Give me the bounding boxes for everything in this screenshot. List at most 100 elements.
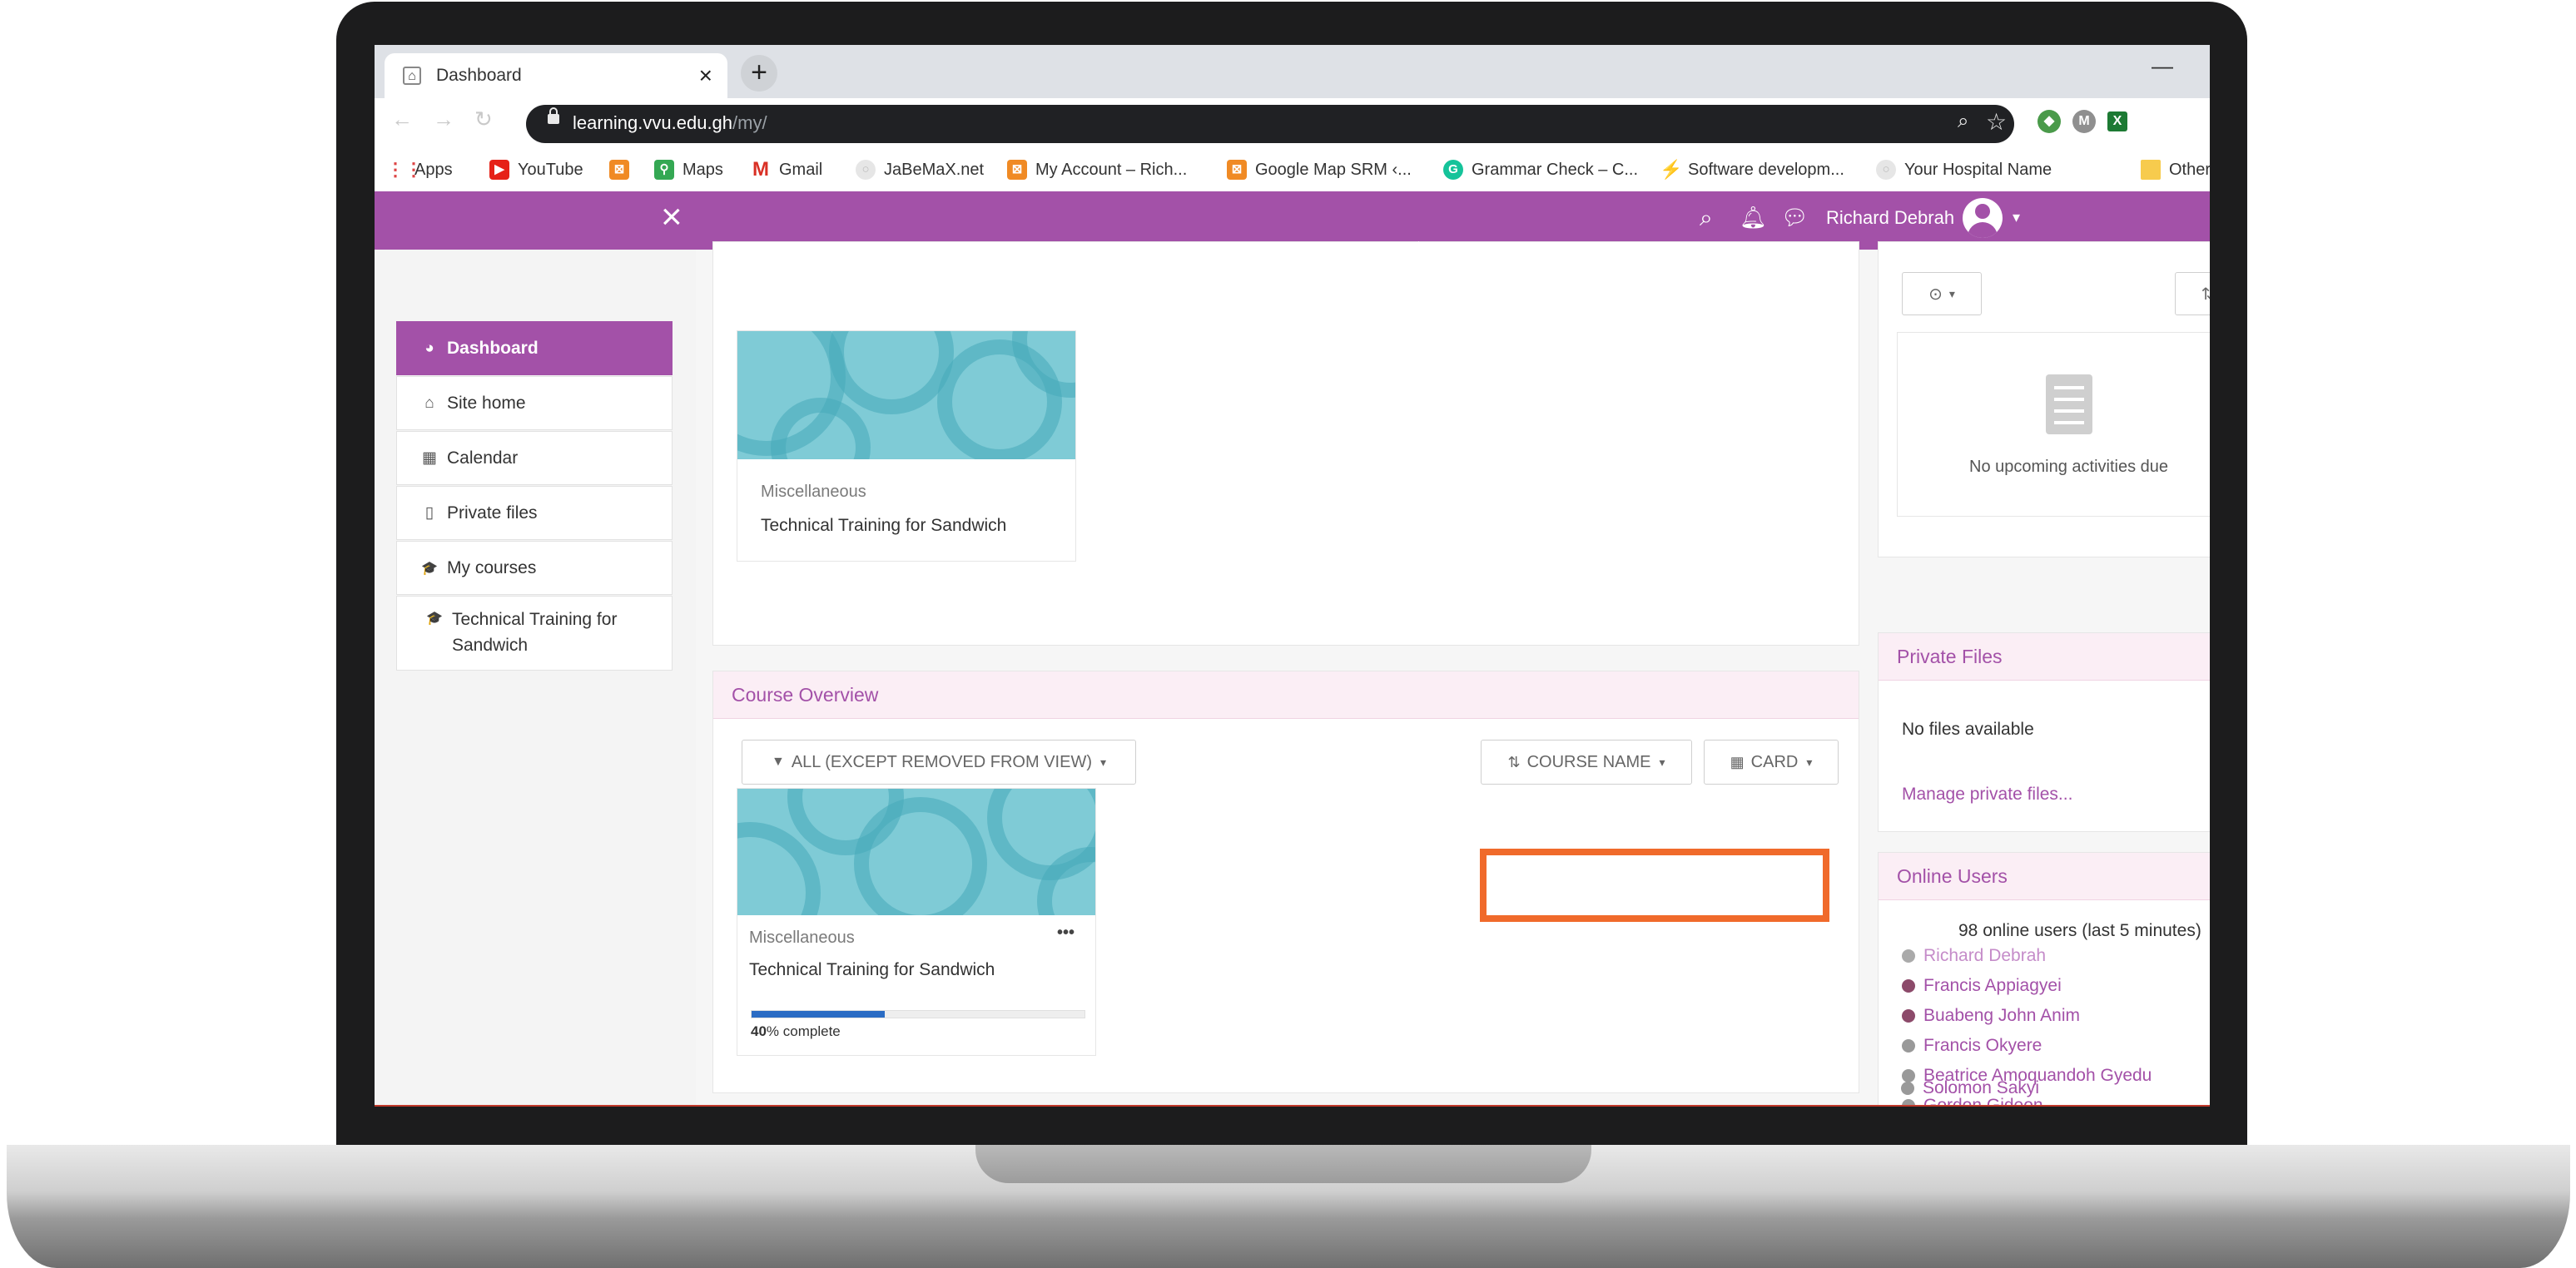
bookmark-unnamed[interactable]: ⊠: [609, 158, 638, 181]
sidebar-item-label: Site home: [447, 393, 526, 413]
graduation-cap-icon: 🎓: [426, 612, 443, 626]
sidebar-item-label: Dashboard: [447, 338, 539, 358]
avatar[interactable]: [1963, 198, 2003, 238]
view-dropdown[interactable]: ▦ CARD ▾: [1704, 740, 1839, 785]
course-name[interactable]: Technical Training for Sandwich: [761, 516, 1006, 536]
private-files-block: Private Files No files available Manage …: [1878, 632, 2210, 832]
bookmark-label: Gmail: [779, 160, 823, 179]
progress-fill: [752, 1011, 885, 1018]
bookmark-icon: ⊠: [1227, 160, 1247, 180]
bookmark-other[interactable]: Other: [2141, 158, 2210, 181]
sidebar-item-site-home[interactable]: ⌂ Site home: [396, 376, 673, 430]
bookmark-your-hospital[interactable]: ○ Your Hospital Name: [1876, 158, 2052, 181]
course-card[interactable]: Miscellaneous ••• Technical Training for…: [737, 788, 1096, 1056]
bookmark-my-account[interactable]: ⊠ My Account – Rich...: [1007, 158, 1187, 181]
bookmark-label: Your Hospital Name: [1904, 160, 2052, 179]
online-user-name: Buabeng John Anim: [1923, 1006, 2080, 1025]
course-image: [737, 331, 1075, 459]
online-user-item[interactable]: Francis Appiagyei: [1902, 976, 2062, 996]
bookmark-google-map-srm[interactable]: ⊠ Google Map SRM ‹...: [1227, 158, 1412, 181]
tab-close-icon[interactable]: ×: [699, 62, 712, 89]
extension-m-icon[interactable]: M: [2072, 110, 2096, 133]
extension-globe-icon[interactable]: ◆: [2037, 110, 2061, 133]
url-text: learning.vvu.edu.gh/my/: [573, 112, 767, 134]
online-user-item[interactable]: Solomon Sakyi: [1901, 1078, 2039, 1098]
online-users-block: Online Users 98 online users (last 5 min…: [1878, 852, 2210, 1107]
course-name[interactable]: Technical Training for Sandwich: [749, 960, 995, 980]
address-bar[interactable]: learning.vvu.edu.gh/my/ ⌕ ☆: [526, 105, 2014, 143]
manage-private-files-link[interactable]: Manage private files...: [1902, 785, 2072, 805]
sidebar-item-private-files[interactable]: ▯ Private files: [396, 486, 673, 540]
bookmark-software-development[interactable]: ⚡ Software developm...: [1660, 158, 1844, 181]
online-user-name: Francis Okyere: [1923, 1036, 2042, 1055]
laptop-screen: ⌂ Dashboard × + — ← → ↻ learning.vvu.edu…: [375, 45, 2210, 1107]
online-user-item[interactable]: Francis Okyere: [1902, 1036, 2042, 1056]
filter-dropdown[interactable]: ▼ ALL (EXCEPT REMOVED FROM VIEW) ▾: [742, 740, 1136, 785]
tab-title: Dashboard: [436, 66, 522, 85]
timeline-filter-dropdown[interactable]: ⊙ ▾: [1902, 272, 1982, 315]
forward-arrow-icon[interactable]: →: [433, 106, 454, 132]
globe-icon: ○: [1876, 160, 1896, 180]
bookmark-youtube[interactable]: ▶ YouTube: [489, 158, 583, 181]
dashboard-icon: ◕: [424, 339, 434, 357]
block-title: Private Files: [1897, 645, 2003, 667]
bookmark-label: Grammar Check – C...: [1472, 160, 1639, 179]
bookmark-gmail[interactable]: M Gmail: [751, 158, 822, 181]
sidebar-item-dashboard[interactable]: ◕ Dashboard: [396, 321, 673, 375]
grammarly-icon: G: [1443, 160, 1463, 180]
notifications-bell-icon[interactable]: 🔔︎: [1740, 205, 1767, 230]
timeline-block: ⊙ ▾ ⇅ No upcoming activities due: [1878, 241, 2210, 557]
back-arrow-icon[interactable]: ←: [391, 106, 413, 132]
url-path: /my/: [732, 112, 767, 133]
bookmark-icon: ⊠: [609, 160, 629, 180]
user-avatar-icon: [1902, 979, 1915, 993]
bookmark-apps[interactable]: ⋮⋮ Apps: [386, 158, 453, 181]
timeline-sort-dropdown[interactable]: ⇅: [2175, 272, 2210, 315]
chevron-down-icon: ▾: [1948, 286, 1955, 300]
course-menu-icon[interactable]: •••: [1057, 924, 1075, 943]
close-drawer-icon[interactable]: ×: [661, 196, 682, 238]
bookmark-label: My Account – Rich...: [1035, 160, 1188, 179]
lock-icon: [548, 107, 559, 124]
sort-label: COURSE NAME: [1526, 752, 1651, 771]
sidebar-item-my-courses[interactable]: 🎓 My courses: [396, 541, 673, 595]
user-icon: [1901, 1082, 1914, 1095]
search-icon[interactable]: ⌕: [1700, 205, 1713, 232]
main-region: Miscellaneous Technical Training for San…: [696, 241, 2210, 1107]
online-user-name: Solomon Sakyi: [1923, 1078, 2040, 1097]
minimize-button[interactable]: —: [2152, 53, 2173, 79]
reload-icon[interactable]: ↻: [474, 106, 493, 132]
extension-x-icon[interactable]: X: [2107, 111, 2127, 131]
online-user-name: Richard Debrah: [1923, 946, 2047, 965]
online-users-summary: 98 online users (last 5 minutes): [1958, 921, 2201, 940]
bolt-icon: ⚡: [1660, 159, 1683, 180]
bookmark-jabemax[interactable]: ○ JaBeMaX.net: [856, 158, 984, 181]
calendar-icon: ▦: [422, 449, 437, 467]
bookmark-label: Software developm...: [1688, 160, 1844, 179]
new-tab-button[interactable]: +: [741, 55, 777, 92]
sidebar-item-label: Calendar: [447, 448, 519, 468]
moodle-favicon-icon: ⌂: [403, 67, 421, 85]
filter-icon: ▼: [771, 755, 785, 769]
user-avatar-icon: [1902, 1009, 1915, 1023]
messages-chat-icon[interactable]: 💬︎: [1781, 205, 1809, 230]
bookmark-star-icon[interactable]: ☆: [1986, 108, 2007, 136]
sidebar-item-technical-training[interactable]: 🎓 Technical Training for Sandwich: [396, 596, 673, 671]
highlight-annotation: [1480, 849, 1829, 922]
bookmark-label: Apps: [414, 160, 453, 179]
zoom-icon[interactable]: ⌕: [1958, 110, 1968, 133]
online-user-item[interactable]: Richard Debrah: [1902, 946, 2046, 966]
block-title: Online Users: [1897, 864, 2008, 887]
recently-accessed-block: Miscellaneous Technical Training for San…: [712, 241, 1859, 646]
chevron-down-icon[interactable]: ▾: [2013, 209, 2020, 226]
timeline-empty-panel: No upcoming activities due: [1897, 332, 2210, 517]
bookmark-label: Google Map SRM ‹...: [1255, 160, 1412, 179]
sidebar-item-calendar[interactable]: ▦ Calendar: [396, 431, 673, 485]
online-user-item[interactable]: Buabeng John Anim: [1902, 1006, 2080, 1026]
user-name[interactable]: Richard Debrah: [1826, 207, 1954, 229]
browser-tab[interactable]: ⌂ Dashboard ×: [385, 53, 727, 98]
sort-dropdown[interactable]: ⇅ COURSE NAME ▾: [1481, 740, 1692, 785]
bookmark-maps[interactable]: ⚲ Maps: [654, 158, 723, 181]
recent-course-card[interactable]: Miscellaneous Technical Training for San…: [737, 330, 1076, 562]
bookmark-grammar-check[interactable]: G Grammar Check – C...: [1443, 158, 1638, 181]
